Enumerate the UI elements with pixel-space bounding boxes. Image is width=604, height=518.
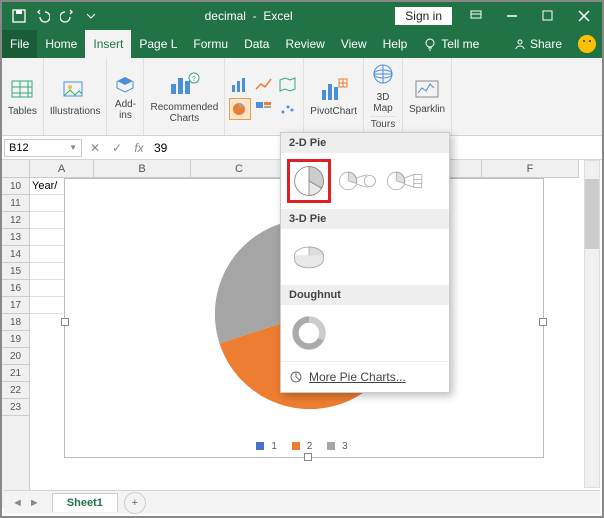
more-pie-charts-link[interactable]: More Pie Charts... <box>281 361 449 392</box>
redo-icon[interactable] <box>56 5 78 27</box>
scatter-chart-icon[interactable] <box>277 98 299 120</box>
lightbulb-icon <box>423 37 437 51</box>
quick-access-toolbar <box>2 5 102 27</box>
row-header[interactable]: 10 <box>2 178 29 195</box>
new-sheet-button[interactable]: + <box>124 492 146 514</box>
nav-next-icon[interactable]: ► <box>27 497 42 509</box>
2d-pie-option[interactable] <box>287 159 331 203</box>
tab-page-layout[interactable]: Page L <box>131 30 185 58</box>
tab-review[interactable]: Review <box>277 30 332 58</box>
doughnut-option[interactable] <box>287 311 331 355</box>
row-header[interactable]: 20 <box>2 348 29 365</box>
tab-formulas[interactable]: Formu <box>185 30 236 58</box>
window-title: decimal - Excel <box>102 9 395 23</box>
dropdown-section-3d-pie: 3-D Pie <box>281 209 449 229</box>
row-header[interactable]: 19 <box>2 331 29 348</box>
tab-view[interactable]: View <box>333 30 375 58</box>
share-button[interactable]: Share <box>506 30 570 58</box>
dropdown-section-2d-pie: 2-D Pie <box>281 133 449 153</box>
sheet-tab-bar: ◄ ► Sheet1 + <box>4 490 600 514</box>
undo-icon[interactable] <box>32 5 54 27</box>
svg-text:?: ? <box>192 76 196 83</box>
map-chart-icon[interactable] <box>277 74 299 96</box>
row-header[interactable]: 13 <box>2 229 29 246</box>
column-chart-icon[interactable] <box>229 74 251 96</box>
row-header[interactable]: 18 <box>2 314 29 331</box>
close-icon[interactable] <box>566 2 602 30</box>
tab-data[interactable]: Data <box>236 30 277 58</box>
row-header[interactable]: 14 <box>2 246 29 263</box>
row-header[interactable]: 15 <box>2 263 29 280</box>
name-box[interactable]: B12▼ <box>4 139 82 157</box>
hierarchy-chart-icon[interactable] <box>253 98 275 120</box>
pivotchart-icon <box>319 76 349 104</box>
tab-insert[interactable]: Insert <box>85 30 131 58</box>
minimize-icon[interactable] <box>494 2 530 30</box>
bar-of-pie-option[interactable] <box>383 159 427 203</box>
group-addins[interactable]: Add- ins <box>107 58 144 135</box>
enter-formula-icon[interactable]: ✓ <box>106 141 128 155</box>
group-pivotchart[interactable]: PivotChart <box>304 58 364 135</box>
row-header[interactable]: 22 <box>2 382 29 399</box>
tab-file[interactable]: File <box>2 30 37 58</box>
tell-me-search[interactable]: Tell me <box>415 37 487 51</box>
illustrations-icon <box>61 76 89 104</box>
col-header-b[interactable]: B <box>94 160 191 177</box>
group-tables[interactable]: Tables <box>2 58 44 135</box>
sparkline-icon <box>414 78 440 102</box>
save-icon[interactable] <box>8 5 30 27</box>
col-header-a[interactable]: A <box>30 160 94 177</box>
row-header[interactable]: 21 <box>2 365 29 382</box>
col-header-c[interactable]: C <box>191 160 288 177</box>
row-header[interactable]: 23 <box>2 399 29 416</box>
ribbon-tabs: File Home Insert Page L Formu Data Revie… <box>2 30 602 58</box>
feedback-icon[interactable] <box>578 35 596 53</box>
group-recommended-charts[interactable]: ? Recommended Charts <box>144 58 225 135</box>
sheet-nav: ◄ ► <box>4 497 48 509</box>
pie-chart-icon[interactable] <box>229 98 251 120</box>
row-header[interactable]: 12 <box>2 212 29 229</box>
globe-icon <box>370 63 396 87</box>
group-sparklines[interactable]: Sparklin <box>403 58 452 135</box>
qat-more-icon[interactable] <box>80 5 102 27</box>
maximize-icon[interactable] <box>530 2 566 30</box>
row-header[interactable]: 17 <box>2 297 29 314</box>
row-header[interactable]: 11 <box>2 195 29 212</box>
vertical-scrollbar[interactable] <box>584 160 600 488</box>
fx-icon[interactable]: fx <box>128 141 150 155</box>
addins-icon <box>113 73 137 97</box>
cancel-formula-icon[interactable]: ✕ <box>84 141 106 155</box>
pie-chart-dropdown: 2-D Pie 3-D Pie Doughnut More Pie Charts… <box>280 132 450 393</box>
row-header[interactable]: 16 <box>2 280 29 297</box>
col-header-f[interactable]: F <box>482 160 579 177</box>
3d-pie-option[interactable] <box>287 235 331 279</box>
chart-legend: 1 2 3 <box>65 441 543 454</box>
group-tours: 3D Map Tours <box>364 58 403 135</box>
line-chart-icon[interactable] <box>253 74 275 96</box>
row-headers: 10 11 12 13 14 15 16 17 18 19 20 21 22 2… <box>2 178 30 508</box>
title-bar: decimal - Excel Sign in <box>2 2 602 30</box>
3d-map-button[interactable]: 3D Map <box>370 63 396 114</box>
nav-prev-icon[interactable]: ◄ <box>10 497 25 509</box>
select-all-corner[interactable] <box>2 160 30 178</box>
group-charts <box>225 58 304 135</box>
tab-home[interactable]: Home <box>37 30 85 58</box>
tab-help[interactable]: Help <box>375 30 416 58</box>
sheet-tab-sheet1[interactable]: Sheet1 <box>52 493 118 512</box>
share-icon <box>514 38 526 50</box>
ribbon: Tables Illustrations Add- ins ? Recommen… <box>2 58 602 136</box>
recommended-charts-icon: ? <box>167 70 201 100</box>
pie-icon <box>289 370 303 384</box>
dropdown-section-doughnut: Doughnut <box>281 285 449 305</box>
tables-icon <box>8 76 36 104</box>
group-illustrations[interactable]: Illustrations <box>44 58 108 135</box>
ribbon-options-icon[interactable] <box>458 2 494 30</box>
pie-of-pie-option[interactable] <box>335 159 379 203</box>
sign-in-button[interactable]: Sign in <box>395 7 452 25</box>
